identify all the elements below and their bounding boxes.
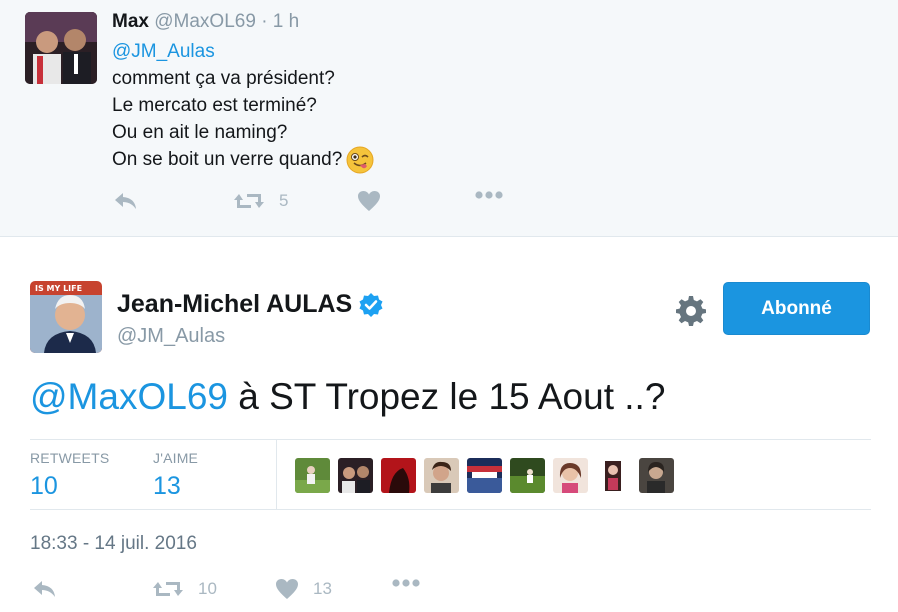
liker-avatar[interactable] — [639, 458, 674, 493]
winking-face-tongue-emoji — [346, 146, 374, 174]
reply-button[interactable] — [32, 578, 58, 600]
tweet-body: @JM_Aulas comment ça va président? Le me… — [112, 38, 374, 174]
liker-avatar[interactable] — [295, 458, 330, 493]
tweet-line: Ou en ait le naming? — [112, 122, 288, 143]
heart-icon — [358, 191, 380, 211]
likes-count: 13 — [153, 472, 181, 500]
parent-tweet[interactable]: Max @MaxOL69 · 1 h @JM_Aulas comment ça … — [0, 0, 898, 237]
retweet-button[interactable]: 10 — [152, 578, 217, 600]
likers-avatars — [295, 458, 682, 493]
retweet-icon — [153, 582, 183, 596]
more-button[interactable] — [474, 190, 504, 200]
more-icon — [392, 579, 420, 587]
author-handle[interactable]: @MaxOL69 — [154, 11, 256, 32]
author-handle[interactable]: @JM_Aulas — [117, 325, 225, 348]
gear-icon — [676, 296, 706, 326]
retweets-stat[interactable]: RETWEETS 10 — [30, 450, 109, 501]
following-button[interactable]: Abonné — [723, 282, 870, 335]
reply-icon — [34, 581, 55, 597]
reply-button[interactable] — [113, 190, 139, 212]
main-tweet: IS MY LIFE Jean-Michel AULAS @JM_Aulas A… — [0, 238, 898, 612]
tweet-actions: 10 13 — [0, 578, 898, 608]
tweet-stats: RETWEETS 10 J'AIME 13 — [30, 439, 871, 510]
tweet-text-body: à ST Tropez le 15 Aout ..? — [227, 376, 666, 417]
tweet-header: Max @MaxOL69 · 1 h — [112, 11, 299, 33]
tweet-line: On se boit un verre quand? — [112, 146, 374, 174]
retweet-button[interactable]: 5 — [233, 190, 288, 212]
retweet-icon — [234, 194, 264, 208]
heart-icon — [276, 579, 298, 599]
mention-link[interactable]: @MaxOL69 — [30, 376, 228, 417]
retweet-count: 10 — [198, 579, 217, 598]
like-count: 13 — [313, 579, 332, 598]
verified-badge-icon — [359, 292, 383, 317]
like-button[interactable] — [357, 190, 381, 212]
author-name-text: Jean-Michel AULAS — [117, 290, 353, 318]
author-avatar[interactable]: IS MY LIFE — [30, 281, 102, 353]
tweet-time[interactable]: · 1 h — [261, 11, 299, 32]
retweets-count: 10 — [30, 472, 58, 500]
tweet-actions: 5 — [0, 190, 898, 220]
more-icon — [475, 191, 503, 199]
liker-avatar[interactable] — [424, 458, 459, 493]
likes-stat[interactable]: J'AIME 13 — [153, 450, 198, 501]
more-button[interactable] — [391, 578, 421, 588]
settings-button[interactable] — [675, 295, 707, 332]
reply-icon — [115, 193, 136, 209]
tweet-timestamp[interactable]: 18:33 - 14 juil. 2016 — [30, 533, 197, 555]
liker-avatar[interactable] — [338, 458, 373, 493]
author-name[interactable]: Max — [112, 11, 149, 32]
liker-avatar[interactable] — [510, 458, 545, 493]
tweet-line: Le mercato est terminé? — [112, 95, 317, 116]
likes-label: J'AIME — [153, 450, 199, 466]
liker-avatar[interactable] — [553, 458, 588, 493]
divider — [276, 440, 277, 510]
liker-avatar[interactable] — [596, 458, 631, 493]
avatar-caption: IS MY LIFE — [35, 284, 82, 293]
author-name[interactable]: Jean-Michel AULAS — [117, 290, 384, 319]
tweet-line-text: On se boit un verre quand? — [112, 149, 343, 171]
mention-link[interactable]: @JM_Aulas — [112, 38, 374, 65]
tweet-text: @MaxOL69 à ST Tropez le 15 Aout ..? — [30, 376, 665, 418]
liker-avatar[interactable] — [467, 458, 502, 493]
liker-avatar[interactable] — [381, 458, 416, 493]
retweet-count: 5 — [279, 191, 289, 210]
avatar[interactable] — [25, 12, 97, 84]
like-button[interactable]: 13 — [275, 578, 332, 600]
tweet-line: comment ça va président? — [112, 68, 335, 89]
retweets-label: RETWEETS — [30, 450, 110, 466]
